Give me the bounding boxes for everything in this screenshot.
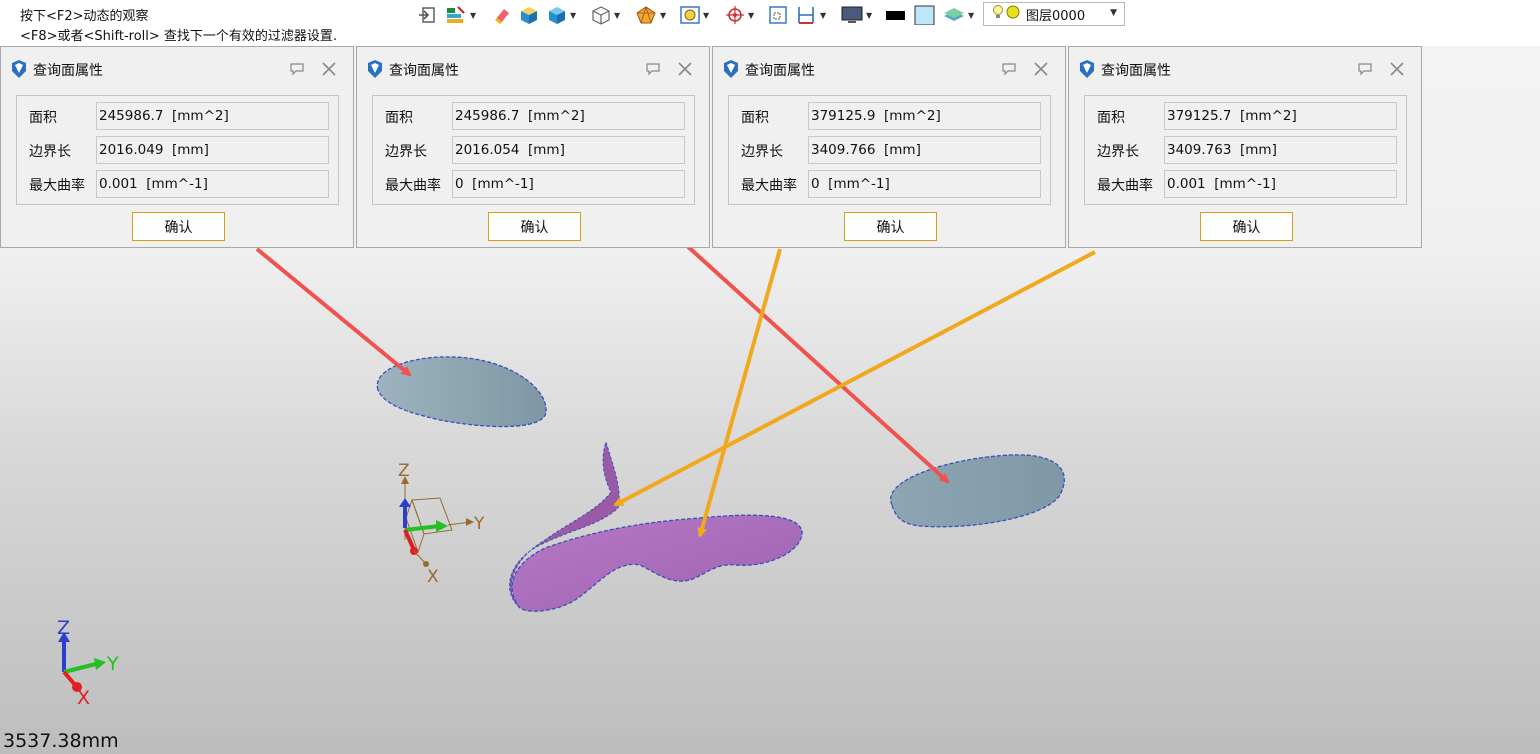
- solid-cube-icon[interactable]: ▼: [546, 4, 576, 26]
- app-logo-icon: [1077, 59, 1097, 83]
- lightbulb-icon[interactable]: [992, 4, 1004, 24]
- area-label: 面积: [741, 110, 769, 126]
- triad-z-label: Z: [398, 461, 410, 481]
- layer-color-dot: [1006, 5, 1020, 23]
- hint-line-2: <F8>或者<Shift-roll> 查找下一个有效的过滤器设置.: [20, 29, 338, 44]
- exit-icon[interactable]: [417, 4, 437, 26]
- scale-readout: 3537.38mm: [3, 730, 119, 752]
- area-label: 面积: [29, 110, 57, 126]
- area-value-field[interactable]: 245986.7 [mm^2]: [96, 102, 329, 130]
- perimeter-value-field[interactable]: 3409.766 [mm]: [808, 136, 1041, 164]
- area-row: 面积 379125.9 [mm^2]: [729, 102, 1050, 130]
- dimension-icon[interactable]: ▼: [796, 4, 826, 26]
- max-curvature-label: 最大曲率: [385, 178, 441, 194]
- area-value-field[interactable]: 379125.7 [mm^2]: [1164, 102, 1397, 130]
- confirm-button[interactable]: 确认: [132, 212, 225, 241]
- app-logo-icon: [365, 59, 385, 83]
- max-curvature-row: 最大曲率 0 [mm^-1]: [373, 170, 694, 198]
- app-logo-icon: [9, 59, 29, 83]
- max-curvature-label: 最大曲率: [1097, 178, 1153, 194]
- color-black-swatch[interactable]: [885, 4, 907, 26]
- query-face-panel-2: 查询面属性 面积 245986.7 [mm^2] 边界长 2016.054 [mm]…: [356, 46, 710, 248]
- perimeter-row: 边界长 3409.763 [mm]: [1085, 136, 1406, 164]
- area-value-field[interactable]: 245986.7 [mm^2]: [452, 102, 685, 130]
- perimeter-label: 边界长: [741, 144, 783, 160]
- query-face-panel-3: 查询面属性 面积 379125.9 [mm^2] 边界长 3409.766 [mm]…: [712, 46, 1066, 248]
- layer-name: 图层0000: [1026, 8, 1086, 24]
- properties-group: 面积 379125.9 [mm^2] 边界长 3409.766 [mm] 最大曲率 0…: [728, 95, 1051, 205]
- perimeter-label: 边界长: [385, 144, 427, 160]
- area-row: 面积 379125.7 [mm^2]: [1085, 102, 1406, 130]
- max-curvature-value-field[interactable]: 0 [mm^-1]: [452, 170, 685, 198]
- pin-icon[interactable]: [1001, 61, 1017, 80]
- wireframe-cube-icon[interactable]: ▼: [590, 4, 620, 26]
- snap-target-icon[interactable]: ▼: [724, 4, 754, 26]
- world-z-label: Z: [57, 617, 70, 639]
- panel-title: 查询面属性: [389, 63, 459, 79]
- layers-manager-icon[interactable]: ▼: [444, 4, 476, 26]
- max-curvature-row: 最大曲率 0.001 [mm^-1]: [1085, 170, 1406, 198]
- perimeter-value-field[interactable]: 2016.049 [mm]: [96, 136, 329, 164]
- render-style-icon[interactable]: ▼: [634, 4, 666, 26]
- color-light-swatch[interactable]: [914, 4, 936, 26]
- perimeter-value-field[interactable]: 2016.054 [mm]: [452, 136, 685, 164]
- confirm-button[interactable]: 确认: [844, 212, 937, 241]
- view-fit-icon[interactable]: ▼: [679, 4, 709, 26]
- perimeter-row: 边界长 3409.766 [mm]: [729, 136, 1050, 164]
- query-face-panel-4: 查询面属性 面积 379125.7 [mm^2] 边界长 3409.763 [mm]…: [1068, 46, 1422, 248]
- triad-x-label: X: [427, 567, 439, 587]
- app-logo-icon: [721, 59, 741, 83]
- properties-group: 面积 245986.7 [mm^2] 边界长 2016.049 [mm] 最大曲率 0…: [16, 95, 339, 205]
- world-y-label: Y: [106, 653, 119, 675]
- panel-title: 查询面属性: [745, 63, 815, 79]
- close-icon[interactable]: [321, 61, 337, 80]
- panel-title: 查询面属性: [1101, 63, 1171, 79]
- chevron-down-icon[interactable]: ▼: [1110, 8, 1117, 18]
- area-label: 面积: [1097, 110, 1125, 126]
- max-curvature-value-field[interactable]: 0.001 [mm^-1]: [96, 170, 329, 198]
- pin-icon[interactable]: [1357, 61, 1373, 80]
- planar-surface-2[interactable]: [890, 454, 1065, 528]
- max-curvature-label: 最大曲率: [29, 178, 85, 194]
- pin-icon[interactable]: [645, 61, 661, 80]
- perimeter-row: 边界长 2016.049 [mm]: [17, 136, 338, 164]
- panel-title: 查询面属性: [33, 63, 103, 79]
- close-icon[interactable]: [1389, 61, 1405, 80]
- close-icon[interactable]: [1033, 61, 1049, 80]
- area-row: 面积 245986.7 [mm^2]: [373, 102, 694, 130]
- pin-icon[interactable]: [289, 61, 305, 80]
- query-face-panel-1: 查询面属性 面积 245986.7 [mm^2] 边界长 2016.049 [mm]…: [0, 46, 354, 248]
- max-curvature-label: 最大曲率: [741, 178, 797, 194]
- layer-stack-icon[interactable]: ▼: [942, 4, 974, 26]
- perimeter-value-field[interactable]: 3409.763 [mm]: [1164, 136, 1397, 164]
- layer-dropdown[interactable]: 图层0000 ▼: [983, 2, 1125, 26]
- zoom-window-icon[interactable]: [768, 4, 788, 26]
- close-icon[interactable]: [677, 61, 693, 80]
- area-row: 面积 245986.7 [mm^2]: [17, 102, 338, 130]
- hint-line-1: 按下<F2>动态的观察: [20, 9, 149, 24]
- eraser-icon[interactable]: [492, 4, 512, 26]
- properties-group: 面积 379125.7 [mm^2] 边界长 3409.763 [mm] 最大曲率 0…: [1084, 95, 1407, 205]
- perimeter-label: 边界长: [1097, 144, 1139, 160]
- max-curvature-value-field[interactable]: 0.001 [mm^-1]: [1164, 170, 1397, 198]
- max-curvature-row: 最大曲率 0 [mm^-1]: [729, 170, 1050, 198]
- shaded-cube-icon[interactable]: [518, 4, 540, 26]
- area-value-field[interactable]: 379125.9 [mm^2]: [808, 102, 1041, 130]
- max-curvature-row: 最大曲率 0.001 [mm^-1]: [17, 170, 338, 198]
- area-label: 面积: [385, 110, 413, 126]
- confirm-button[interactable]: 确认: [1200, 212, 1293, 241]
- curved-surface-main[interactable]: [511, 514, 803, 612]
- top-toolbar-area: 按下<F2>动态的观察 <F8>或者<Shift-roll> 查找下一个有效的过…: [0, 0, 1540, 46]
- display-monitor-icon[interactable]: ▼: [840, 4, 872, 26]
- confirm-button[interactable]: 确认: [488, 212, 581, 241]
- perimeter-label: 边界长: [29, 144, 71, 160]
- world-x-label: X: [77, 687, 90, 709]
- scene-triad: [399, 476, 474, 567]
- perimeter-row: 边界长 2016.054 [mm]: [373, 136, 694, 164]
- arrow-red-1: [255, 247, 412, 377]
- properties-group: 面积 245986.7 [mm^2] 边界长 2016.054 [mm] 最大曲率 0…: [372, 95, 695, 205]
- max-curvature-value-field[interactable]: 0 [mm^-1]: [808, 170, 1041, 198]
- triad-y-label: Y: [473, 514, 485, 534]
- world-axes: [58, 632, 106, 692]
